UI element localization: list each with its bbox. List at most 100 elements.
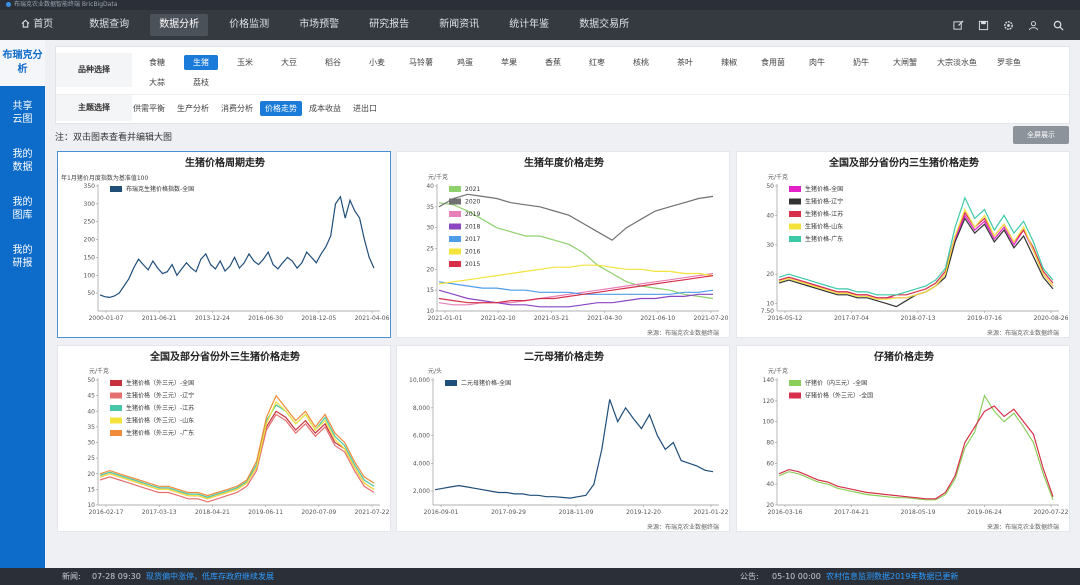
variety-option[interactable]: 大豆	[272, 55, 306, 70]
sidebar: 布瑞克分析 共享 云图我的 数据我的 图库我的 研报	[0, 40, 45, 568]
variety-option[interactable]: 小麦	[360, 55, 394, 70]
edit-icon[interactable]	[948, 15, 968, 35]
variety-option[interactable]: 核桃	[624, 55, 658, 70]
theme-option[interactable]: 价格走势	[260, 101, 302, 116]
variety-option[interactable]: 生猪	[184, 55, 218, 70]
series-line	[99, 195, 375, 299]
chart-card[interactable]: 生猪年度价格走势 元/千克 10 15 20 25 30 35 40 2021-01-01 2021…	[396, 151, 730, 338]
y-tick-label: 35	[87, 424, 95, 431]
notice-link[interactable]: 农村信息监测数据2019年数据已更新	[826, 568, 958, 585]
variety-option[interactable]: 大蒜	[140, 75, 174, 90]
legend-label: 2016	[465, 249, 480, 256]
variety-option[interactable]: 食用菌	[756, 55, 790, 70]
x-tick-label: 2016-06-30	[248, 315, 283, 322]
search-icon[interactable]	[1048, 15, 1068, 35]
variety-option[interactable]: 红枣	[580, 55, 614, 70]
x-tick-label: 2021-07-22	[355, 509, 390, 516]
chart-card[interactable]: 全国及部分省份内三生猪价格走势 元/千克 10 20 30 40 50 7.50 2016-05…	[736, 151, 1070, 338]
chart-svg: 二元母猪价格走势元/头 2,000 4,000 6,000 8,000 10,000 201…	[409, 350, 729, 531]
variety-option[interactable]: 马铃薯	[404, 55, 438, 70]
sidebar-item[interactable]: 共享 云图	[0, 92, 45, 134]
variety-option[interactable]: 玉米	[228, 55, 262, 70]
theme-option[interactable]: 进出口	[348, 101, 382, 116]
y-tick-label: 140	[763, 377, 775, 384]
news-label: 新闻:	[62, 572, 81, 581]
variety-option[interactable]: 辣椒	[712, 55, 746, 70]
x-tick-label: 2018-04-21	[195, 509, 230, 516]
sidebar-item[interactable]: 我的 研报	[0, 236, 45, 278]
legend-label: 二元母猪价格-全国	[461, 379, 511, 387]
variety-option[interactable]: 茶叶	[668, 55, 702, 70]
variety-option[interactable]: 荔枝	[184, 75, 218, 90]
home-icon	[21, 19, 30, 28]
nav-item[interactable]: 数据分析	[150, 14, 209, 36]
y-tick-label: 50	[87, 290, 95, 297]
settings-icon[interactable]	[998, 15, 1018, 35]
theme-option[interactable]: 生产分析	[172, 101, 214, 116]
theme-option[interactable]: 成本收益	[304, 101, 346, 116]
y-tick-label: 40	[87, 408, 95, 415]
sidebar-item[interactable]: 我的 数据	[0, 140, 45, 182]
chart-svg: 生猪价格周期走势年1月猪价月度指数为基准值100 50 100 150 200 250 30…	[61, 156, 390, 322]
x-tick-label: 2000-01-07	[89, 315, 124, 322]
nav-item[interactable]: 统计年鉴	[500, 14, 558, 36]
nav-item[interactable]: 研究报告	[360, 14, 418, 36]
series-line	[438, 289, 713, 308]
legend-swatch	[449, 211, 461, 217]
y-tick-label: 20	[426, 266, 434, 273]
nav-item[interactable]: 价格监测	[220, 14, 278, 36]
sidebar-item[interactable]: 我的 图库	[0, 188, 45, 230]
variety-option[interactable]: 香蕉	[536, 55, 570, 70]
sidebar-header[interactable]: 布瑞克分析	[0, 40, 45, 86]
chart-title: 全国及部分省份外三生猪价格走势	[149, 350, 300, 363]
nav-item[interactable]: 市场预警	[290, 14, 348, 36]
x-tick-label: 2019-07-16	[967, 315, 1002, 322]
theme-label: 主题选择	[56, 95, 132, 121]
nav-item[interactable]: 数据交易所	[570, 14, 638, 36]
chart-card[interactable]: 生猪价格周期走势 年1月猪价月度指数为基准值100 50 100 150 200 250 30…	[57, 151, 391, 338]
theme-option[interactable]: 供需平衡	[128, 101, 170, 116]
y-unit-label: 元/千克	[428, 173, 448, 181]
y-tick-label: 25	[87, 455, 95, 462]
nav-home-label: 首页	[33, 19, 54, 30]
legend-swatch	[449, 198, 461, 205]
news-link[interactable]: 现货偏中涨停，低库存政府继续发展	[146, 568, 274, 585]
legend-label: 2018	[465, 224, 480, 231]
variety-option[interactable]: 食糖	[140, 55, 174, 70]
fullscreen-button[interactable]: 全屏展示	[1013, 126, 1069, 144]
y-tick-label: 25	[426, 246, 434, 253]
legend-swatch	[449, 261, 461, 267]
chart-card[interactable]: 全国及部分省份外三生猪价格走势 元/千克 10 15 20 25 30 35 40 45 50 201…	[57, 345, 391, 532]
user-icon[interactable]	[1023, 15, 1043, 35]
chart-source: 来源：布瑞克农业数据终端	[647, 523, 719, 531]
variety-option[interactable]: 大宗淡水鱼	[932, 55, 982, 70]
nav-home[interactable]: 首页	[12, 14, 62, 36]
variety-option[interactable]: 罗非鱼	[992, 55, 1026, 70]
legend-label: 仔猪价（内三元）-全国	[805, 379, 867, 387]
x-tick-label: 2021-02-10	[481, 315, 516, 322]
chart-card[interactable]: 二元母猪价格走势 元/头 2,000 4,000 6,000 8,000 10,000 201…	[396, 345, 730, 532]
y-tick-label: 7.50	[761, 308, 775, 315]
y-unit-label: 元/千克	[768, 367, 788, 375]
legend-swatch	[789, 211, 801, 217]
variety-option[interactable]: 鸡蛋	[448, 55, 482, 70]
variety-option[interactable]: 肉牛	[800, 55, 834, 70]
legend-label: 仔猪价格（外三元）-全国	[805, 392, 873, 400]
chart-card[interactable]: 仔猪价格走势 元/千克 20 40 60 80 100 120 140 2016-03-16 201…	[736, 345, 1070, 532]
legend-swatch	[789, 198, 801, 205]
nav-item[interactable]: 新闻资讯	[430, 14, 488, 36]
save-icon[interactable]	[973, 15, 993, 35]
variety-option[interactable]: 大闸蟹	[888, 55, 922, 70]
variety-option[interactable]: 苹果	[492, 55, 526, 70]
nav-item[interactable]: 数据查询	[80, 14, 138, 36]
y-tick-label: 6,000	[413, 433, 430, 440]
variety-option[interactable]: 稻谷	[316, 55, 350, 70]
legend-label: 生猪价格-辽宁	[805, 198, 843, 206]
legend-swatch	[789, 236, 801, 242]
variety-option[interactable]: 奶牛	[844, 55, 878, 70]
y-tick-label: 4,000	[413, 460, 430, 467]
y-tick-label: 50	[766, 183, 774, 190]
app-title: 布瑞克农业数据智能终端 BricBigData	[14, 1, 118, 8]
theme-option[interactable]: 消费分析	[216, 101, 258, 116]
series-line	[99, 400, 375, 500]
